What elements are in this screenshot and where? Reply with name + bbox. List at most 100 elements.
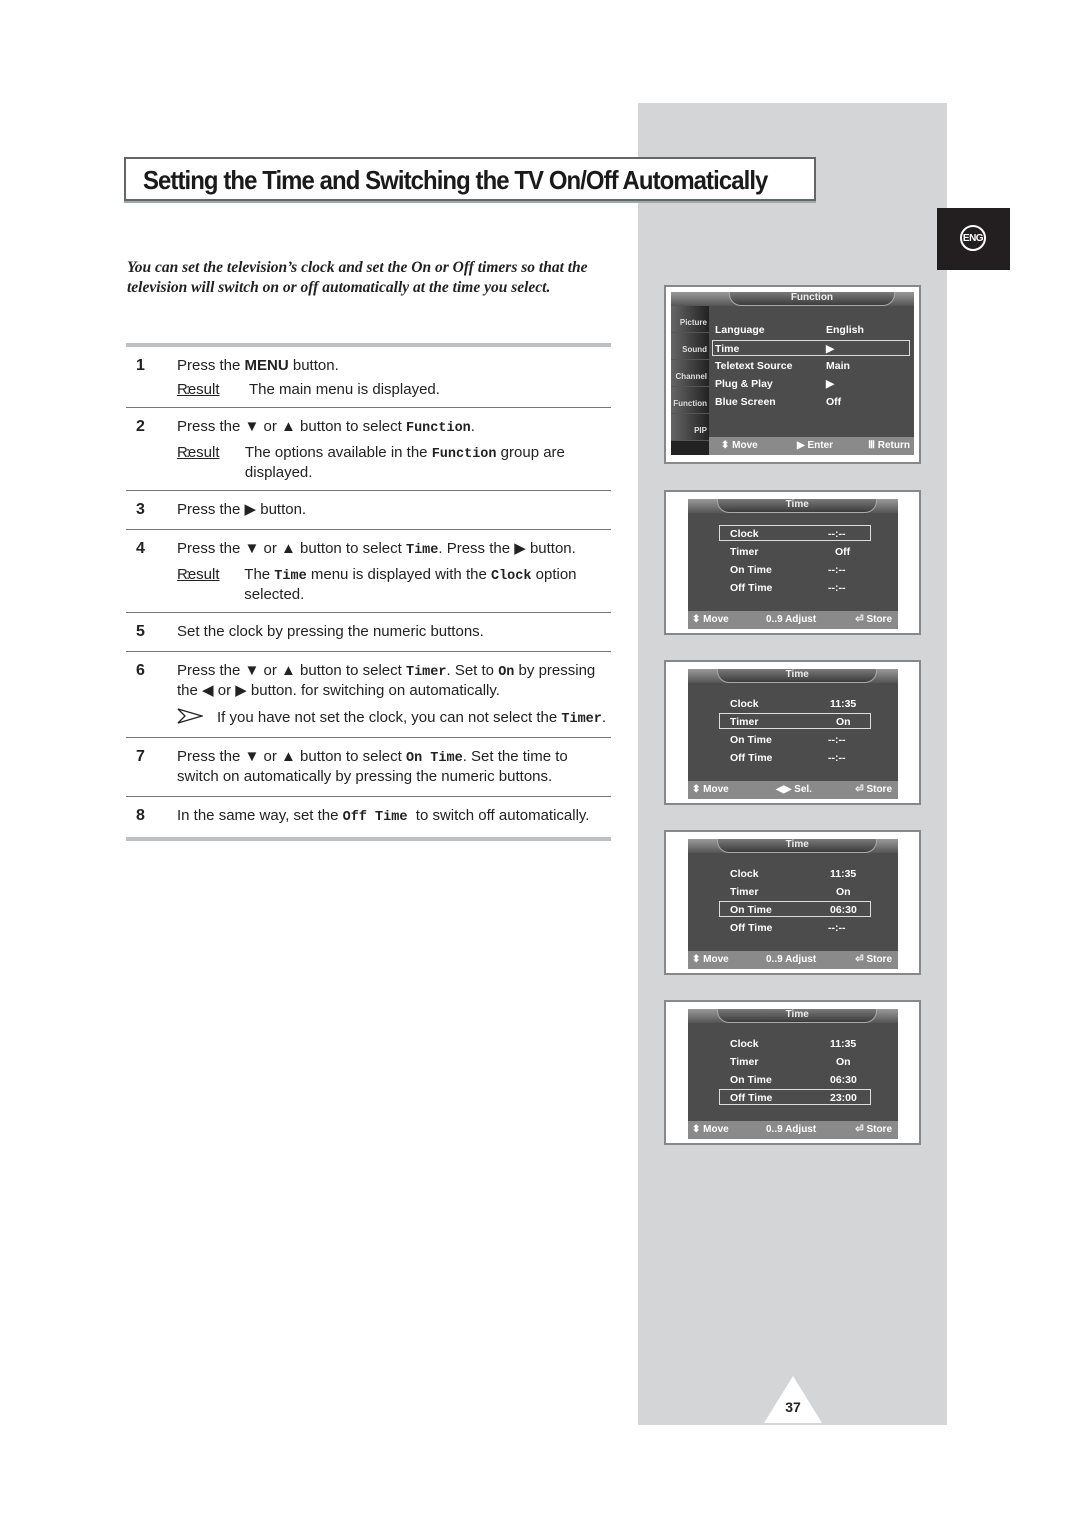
step-4: 4 Press the ▼ or ▲ button to select Time… [126, 530, 611, 613]
step-number: 8 [136, 807, 145, 824]
footer-return: Ⅲ Return [868, 440, 910, 451]
screen-footer: ⬍ Move 0..9 Adjust ⏎ Store [688, 1121, 898, 1139]
screen-footer: ⬍ Move ▶ Enter Ⅲ Return [709, 437, 914, 455]
step-text: Press the ▼ or ▲ button to select [177, 418, 406, 435]
result-colon: : [186, 444, 191, 461]
screen-title: Time [717, 669, 877, 683]
step-2: 2 Press the ▼ or ▲ button to select Func… [126, 408, 611, 491]
menu-row-language: Language English [715, 324, 864, 336]
step-text: . [470, 418, 475, 435]
time-row-on-time: On Time --:-- [730, 734, 846, 746]
language-badge: ENG [937, 208, 1010, 270]
step-text: Press the ▼ or ▲ button to select [177, 540, 406, 557]
step-6: 6 Press the ▼ or ▲ button to select Time… [126, 652, 611, 738]
menu-row-time: Time ▶ [712, 340, 910, 356]
time-screen: Time Clock 11:35 Timer On On Time --:-- Off… [688, 669, 898, 799]
time-row-clock: Clock 11:35 [730, 1038, 857, 1050]
screen-title: Time [717, 1009, 877, 1023]
note: If you have not set the clock, you can n… [177, 708, 611, 729]
intro-text: You can set the television’s clock and s… [127, 259, 588, 296]
step-text: Press the ▼ or ▲ button to select [177, 662, 406, 679]
tv-screenshot-time-1: Time Clock --:-- Timer Off On Time --:-- Of… [664, 490, 921, 635]
step-text: . Press the ▶ button. [438, 540, 576, 557]
steps-list: 1 Press the MENU button. Result: The main… [126, 343, 611, 841]
function-menu-screen: Function Picture Sound Channel Function … [671, 292, 914, 455]
time-screen: Time Clock 11:35 Timer On On Time 06:30 Off… [688, 1009, 898, 1139]
time-screen: Time Clock 11:35 Timer On On Time 06:30 Off… [688, 839, 898, 969]
screen-title: Time [717, 839, 877, 853]
side-tab-picture: Picture [671, 306, 709, 333]
menu-row-teletext-source: Teletext Source Main [715, 360, 850, 372]
time-row-timer: Timer On [719, 713, 871, 729]
menu-row-blue-screen: Blue Screen Off [715, 396, 842, 408]
side-tabs: Picture Sound Channel Function PIP [671, 306, 709, 455]
step-number: 1 [136, 357, 145, 374]
result-text: The Time menu is displayed with the Cloc… [244, 566, 577, 603]
tv-screenshot-time-2: Time Clock 11:35 Timer On On Time --:-- Off… [664, 660, 921, 805]
time-row-timer: Timer Off [730, 546, 851, 558]
time-row-off-time: Off Time --:-- [730, 922, 846, 934]
step-text: Set the clock by pressing the numeric bu… [177, 623, 484, 640]
time-row-on-time: On Time 06:30 [719, 901, 871, 917]
menu-key: MENU [244, 357, 289, 374]
menu-row-plug-play: Plug & Play ▶ [715, 378, 835, 390]
page-title: Setting the Time and Switching the TV On… [143, 165, 768, 195]
footer-move: ⬍ Move [721, 440, 758, 451]
step-text: to switch off automatically. [407, 807, 590, 824]
step-8: 8 In the same way, set the Off Time to s… [126, 797, 611, 841]
side-tab-sound: Sound [671, 333, 709, 360]
menu-term: On Time [405, 751, 463, 766]
time-row-off-time: Off Time 23:00 [719, 1089, 871, 1105]
footer-enter: ▶ Enter [797, 440, 834, 451]
time-row-on-time: On Time --:-- [730, 564, 846, 576]
menu-term: Off Time [342, 810, 408, 825]
step-text: Press the [177, 357, 245, 374]
step-text: button. [288, 357, 339, 374]
screen-footer: ⬍ Move 0..9 Adjust ⏎ Store [688, 951, 898, 969]
step-number: 4 [136, 540, 145, 557]
step-number: 5 [136, 623, 145, 640]
step-text: Press the ▶ button. [177, 501, 307, 518]
title-box: Setting the Time and Switching the TV On… [124, 157, 816, 201]
time-row-on-time: On Time 06:30 [730, 1074, 857, 1086]
tv-screenshot-time-3: Time Clock 11:35 Timer On On Time 06:30 Off… [664, 830, 921, 975]
step-text: In the same way, set the [177, 807, 343, 824]
step-1: 1 Press the MENU button. Result: The main… [126, 347, 611, 408]
time-row-clock: Clock --:-- [719, 525, 871, 541]
result-colon: : [186, 381, 191, 398]
page-number: 37 [785, 1399, 801, 1415]
side-tab-channel: Channel [671, 360, 709, 387]
result-text: The options available in the Function gr… [244, 444, 565, 481]
note-text: If you have not set the clock, you can n… [217, 708, 607, 727]
result-text: The main menu is displayed. [249, 381, 440, 398]
menu-term: Time [405, 543, 439, 558]
tv-screenshot-time-4: Time Clock 11:35 Timer On On Time 06:30 Off… [664, 1000, 921, 1145]
side-tab-function: Function [671, 387, 709, 414]
step-number: 2 [136, 418, 145, 435]
step-7: 7 Press the ▼ or ▲ button to select On T… [126, 738, 611, 797]
step-text: Press the ▼ or ▲ button to select [177, 748, 406, 765]
side-tab-pip: PIP [671, 414, 709, 441]
step-text: . Set to [446, 662, 499, 679]
time-row-timer: Timer On [730, 886, 851, 898]
result-colon: : [186, 566, 191, 583]
time-row-clock: Clock 11:35 [730, 698, 857, 710]
menu-term: Timer [405, 665, 447, 680]
step-5: 5 Set the clock by pressing the numeric … [126, 613, 611, 652]
step-number: 6 [136, 662, 145, 679]
time-row-timer: Timer On [730, 1056, 851, 1068]
time-screen: Time Clock --:-- Timer Off On Time --:-- Of… [688, 499, 898, 629]
screen-footer: ⬍ Move ◀▶ Sel. ⏎ Store [688, 781, 898, 799]
time-row-clock: Clock 11:35 [730, 868, 857, 880]
step-3: 3 Press the ▶ button. [126, 491, 611, 530]
screen-footer: ⬍ Move 0..9 Adjust ⏎ Store [688, 611, 898, 629]
tv-screenshot-function: Function Picture Sound Channel Function … [664, 285, 921, 464]
time-row-off-time: Off Time --:-- [730, 582, 846, 594]
note-arrow-icon [177, 708, 217, 729]
screen-title: Function [729, 292, 895, 306]
screen-title: Time [717, 499, 877, 513]
step-number: 7 [136, 748, 145, 765]
time-row-off-time: Off Time --:-- [730, 752, 846, 764]
menu-term: Function [405, 421, 471, 436]
eng-icon: ENG [960, 225, 986, 251]
